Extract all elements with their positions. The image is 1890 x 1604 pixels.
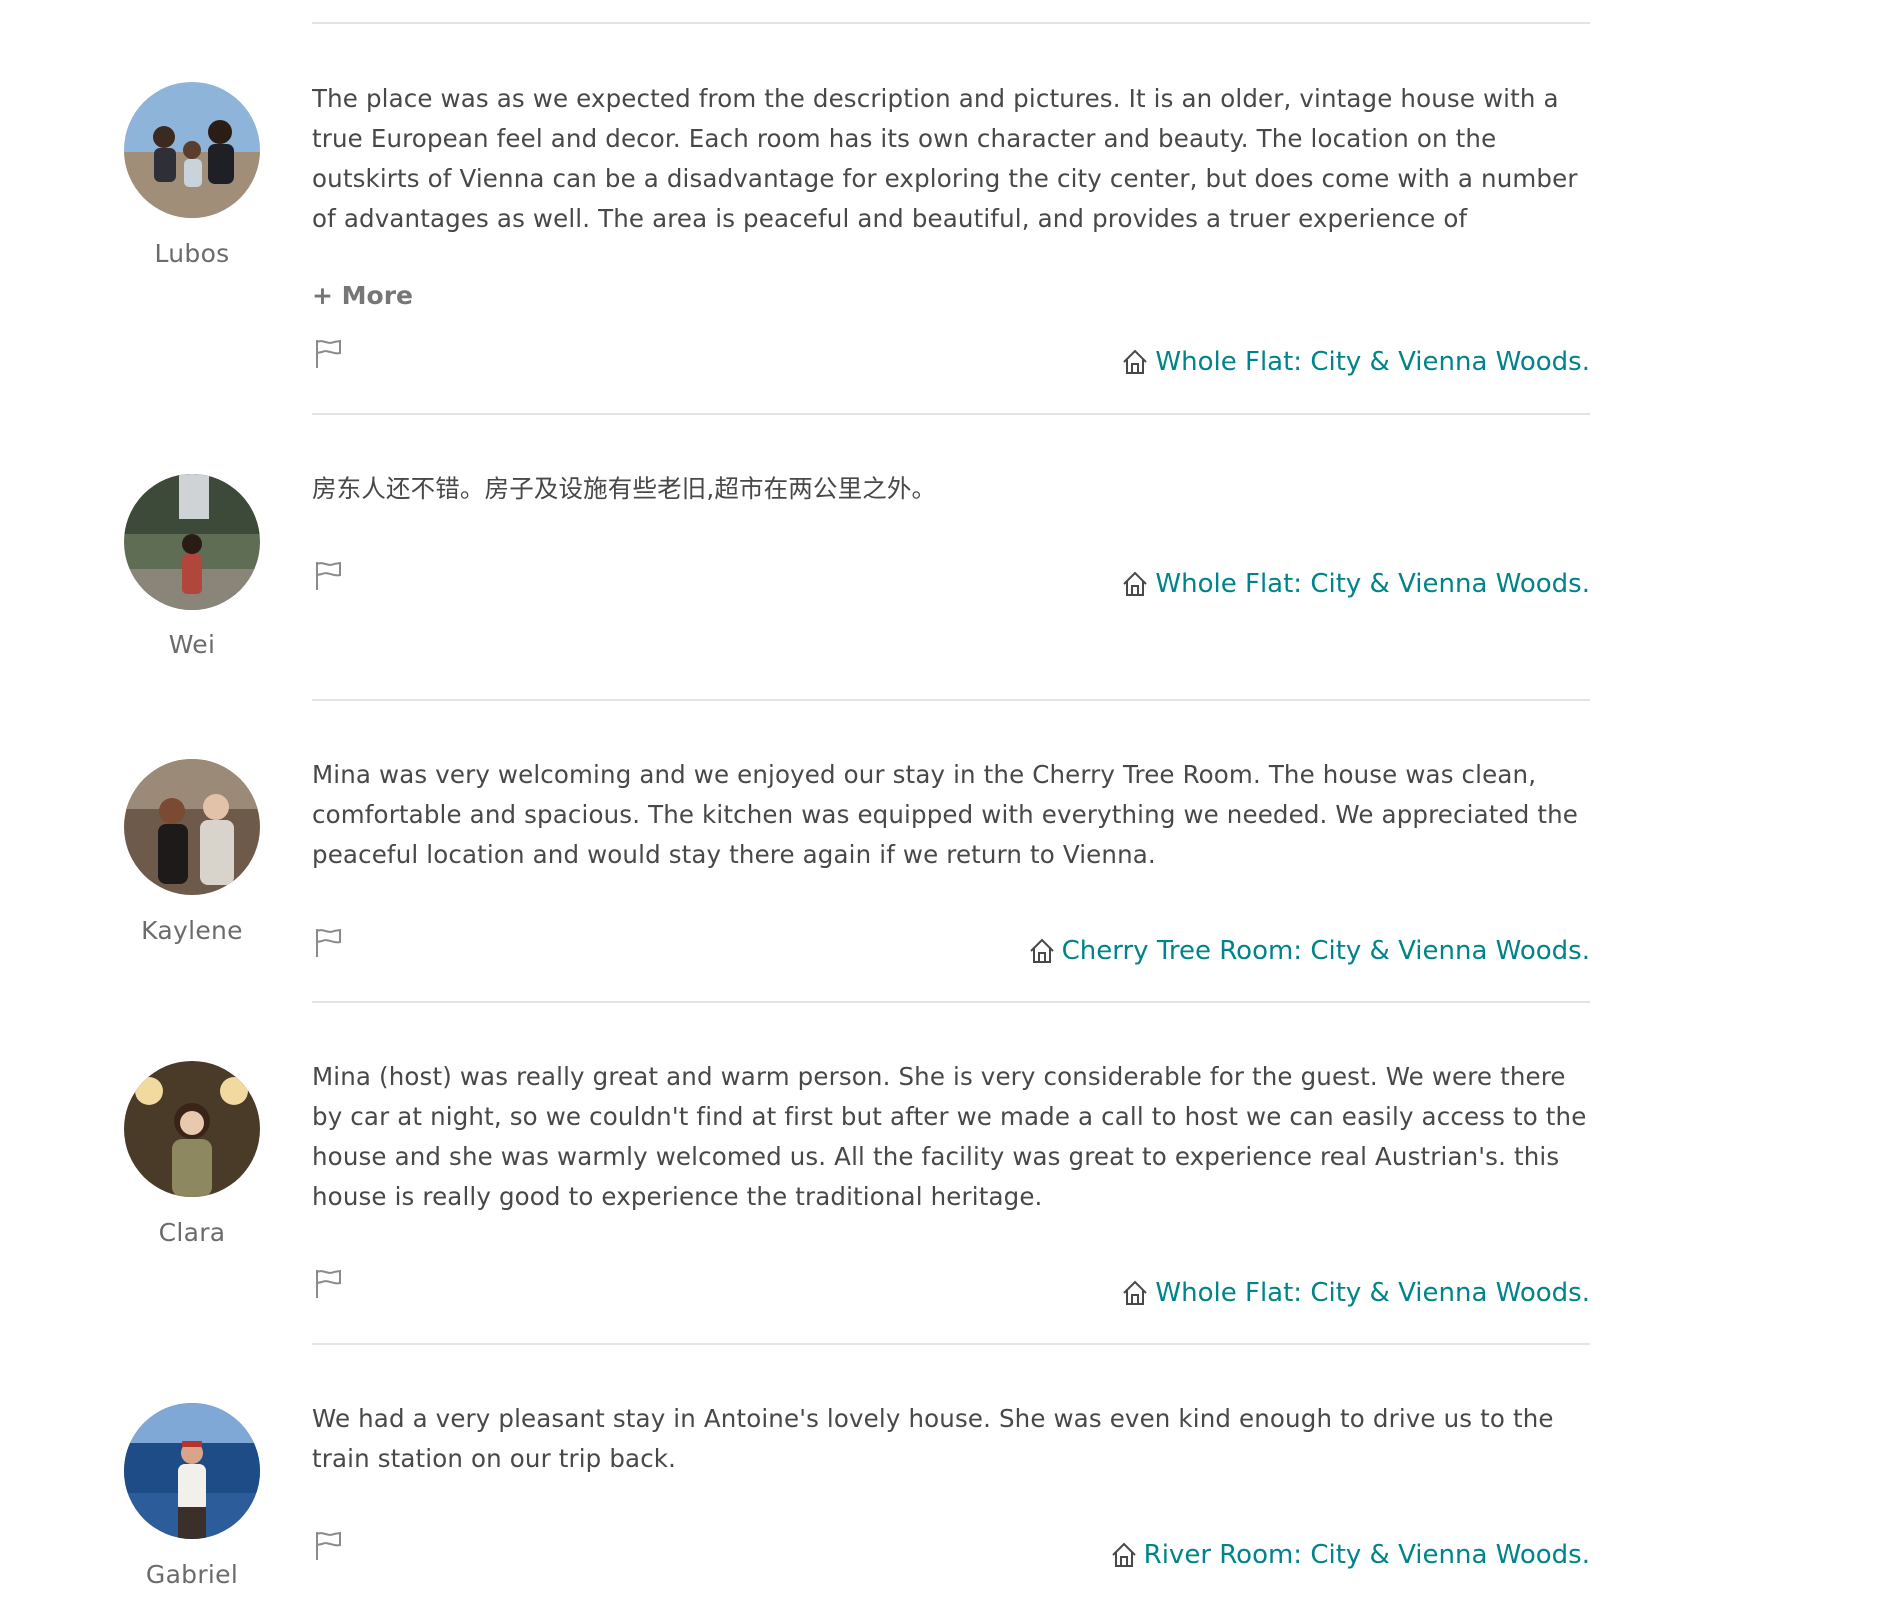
home-icon — [1110, 1541, 1138, 1569]
review-text: 房东人还不错。房子及设施有些老旧,超市在两公里之外。 — [312, 474, 937, 503]
reviewer-name[interactable]: Clara — [112, 1218, 272, 1248]
avatar-photo — [124, 1403, 260, 1539]
flag-icon[interactable] — [314, 338, 344, 370]
listing-link[interactable]: Whole Flat: City & Vienna Woods. — [1121, 344, 1590, 380]
avatar[interactable] — [124, 1061, 260, 1197]
avatar[interactable] — [124, 1403, 260, 1539]
home-icon — [1121, 1279, 1149, 1307]
reviewer-name[interactable]: Kaylene — [112, 916, 272, 946]
review-text: Mina was very welcoming and we enjoyed o… — [312, 760, 1579, 869]
reviewer-name[interactable]: Wei — [112, 630, 272, 660]
divider — [312, 413, 1590, 415]
review-text: We had a very pleasant stay in Antoine's… — [312, 1404, 1554, 1473]
flag-icon[interactable] — [314, 1530, 344, 1562]
flag-icon[interactable] — [314, 927, 344, 959]
reviewer-name[interactable]: Lubos — [112, 239, 272, 269]
listing-name[interactable]: River Room: City & Vienna Woods. — [1144, 1540, 1590, 1570]
review-text: The place was as we expected from the de… — [312, 84, 1578, 233]
avatar[interactable] — [124, 474, 260, 610]
listing-link[interactable]: Whole Flat: City & Vienna Woods. — [1121, 566, 1590, 602]
divider — [312, 22, 1590, 24]
divider — [312, 1343, 1590, 1345]
listing-name[interactable]: Whole Flat: City & Vienna Woods. — [1155, 347, 1590, 377]
flag-icon[interactable] — [314, 1268, 344, 1300]
home-icon — [1121, 570, 1149, 598]
divider — [312, 699, 1590, 701]
avatar[interactable] — [124, 759, 260, 895]
avatar-photo — [124, 82, 260, 218]
listing-name[interactable]: Whole Flat: City & Vienna Woods. — [1155, 569, 1590, 599]
listing-name[interactable]: Cherry Tree Room: City & Vienna Woods. — [1062, 936, 1590, 966]
divider — [312, 1001, 1590, 1003]
reviews-list: Lubos The place was as we expected from … — [0, 0, 1890, 1604]
review-text: Mina (host) was really great and warm pe… — [312, 1062, 1587, 1211]
listing-link[interactable]: Whole Flat: City & Vienna Woods. — [1121, 1275, 1590, 1311]
home-icon — [1028, 937, 1056, 965]
avatar-photo — [124, 759, 260, 895]
reviewer-name[interactable]: Gabriel — [112, 1560, 272, 1590]
home-icon — [1121, 348, 1149, 376]
listing-link[interactable]: Cherry Tree Room: City & Vienna Woods. — [1028, 933, 1590, 969]
more-link[interactable]: + More — [312, 281, 413, 311]
flag-icon[interactable] — [314, 560, 344, 592]
avatar-photo — [124, 474, 260, 610]
avatar[interactable] — [124, 82, 260, 218]
listing-link[interactable]: River Room: City & Vienna Woods. — [1110, 1537, 1590, 1573]
listing-name[interactable]: Whole Flat: City & Vienna Woods. — [1155, 1278, 1590, 1308]
avatar-photo — [124, 1061, 260, 1197]
